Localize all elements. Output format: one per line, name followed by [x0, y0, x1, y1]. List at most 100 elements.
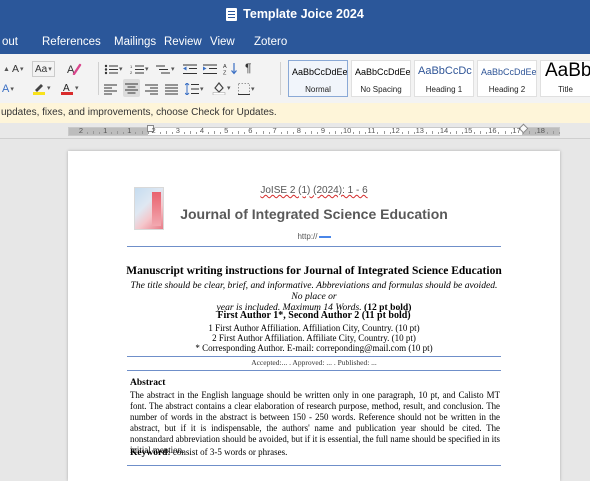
journal-title: Journal of Integrated Science Education: [180, 206, 448, 222]
multilevel-list-icon[interactable]: ▾: [156, 61, 175, 77]
ruler-tick: [111, 132, 113, 134]
decrease-indent-icon[interactable]: [183, 61, 197, 77]
numbering-icon[interactable]: 12 ▾: [130, 61, 149, 77]
text-effects-button[interactable]: A ▾: [2, 81, 14, 97]
ruler-tick: [383, 131, 385, 134]
tab-review[interactable]: Review: [164, 36, 202, 48]
ruler-tick: [171, 132, 173, 134]
url-link-placeholder[interactable]: [318, 235, 331, 238]
ruler-tick: [183, 132, 185, 134]
justify-icon[interactable]: [165, 81, 178, 97]
style-heading-2[interactable]: AaBbCcDdEe Heading 2: [477, 60, 537, 97]
tab-zotero[interactable]: Zotero: [254, 36, 287, 48]
style-heading-1[interactable]: AaBbCcDc Heading 1: [414, 60, 474, 97]
ruler-tick: [99, 132, 101, 134]
affiliation-1: 1 First Author Affiliation. Affiliation …: [208, 323, 420, 333]
ruler-tick: [359, 131, 361, 134]
ruler-tick: [546, 132, 548, 134]
ruler-number: 9: [320, 126, 326, 135]
style-normal[interactable]: AaBbCcDdEe Normal: [288, 60, 348, 97]
ruler-tick: [534, 132, 536, 134]
ruler-tick: [220, 132, 222, 134]
tab-references[interactable]: References: [42, 36, 101, 48]
ruler-tick: [280, 132, 282, 134]
window-title-bar: Template Joice 2024: [0, 0, 590, 28]
ruler-tick: [389, 132, 391, 134]
ruler-number: 16: [488, 126, 497, 135]
ruler-tick: [552, 131, 554, 134]
align-left-icon[interactable]: [104, 81, 117, 97]
ruler-number: 7: [272, 126, 277, 135]
ruler-tick: [238, 131, 240, 134]
ruler-tick: [510, 132, 512, 134]
clear-formatting-icon[interactable]: A: [66, 60, 82, 76]
tab-layout[interactable]: out: [2, 36, 18, 48]
journal-citation: JoISE 2 (1) (2024): 1 - 6: [260, 185, 368, 196]
ruler-number: 14: [439, 126, 449, 135]
horizontal-ruler[interactable]: 2 1 1 2 3 4 5 6 7 8 9 10 11 12 13 14 15 16 17 18: [68, 123, 560, 136]
ruler-tick: [474, 132, 476, 134]
ruler-number: 18: [536, 126, 545, 135]
bullets-icon[interactable]: ▾: [104, 61, 123, 77]
ruler-number: 11: [367, 126, 376, 135]
ruler-tick: [195, 132, 197, 134]
ruler-tick: [214, 131, 216, 134]
font-color-icon[interactable]: A ▾: [60, 80, 79, 96]
align-right-icon[interactable]: [145, 81, 158, 97]
ruler-tick: [189, 131, 191, 134]
increase-indent-icon[interactable]: [203, 61, 217, 77]
sort-icon[interactable]: AZ: [223, 60, 239, 76]
submission-dates: Accepted:... . Approved: ... . Published…: [127, 356, 501, 371]
align-center-icon[interactable]: [123, 79, 140, 97]
ruler-tick: [159, 132, 161, 134]
document-page[interactable]: JoISE 2 (1) (2024): 1 - 6 Journal of Int…: [68, 151, 560, 481]
ruler-tick: [316, 132, 318, 134]
ruler-tick: [431, 131, 433, 134]
journal-url: http://: [68, 232, 560, 241]
ruler-number: 3: [175, 126, 180, 135]
window-title: Template Joice 2024: [243, 7, 364, 21]
ruler-tick: [135, 132, 137, 134]
ribbon-tabs: out References Mailings Review View Zote…: [0, 28, 590, 54]
line-spacing-icon[interactable]: ▾: [185, 81, 204, 97]
ruler-tick: [286, 131, 288, 134]
keywords-line: Keyword: consist of 3-5 words or phrases…: [130, 447, 288, 458]
ruler-tick: [486, 132, 488, 134]
ruler-number: 4: [199, 126, 205, 135]
ruler-number: 12: [391, 126, 400, 135]
ruler-tick: [123, 132, 125, 134]
ruler-tick: [456, 131, 458, 134]
ruler-number: 2: [78, 126, 84, 135]
style-no-spacing[interactable]: AaBbCcDdEe No Spacing: [351, 60, 411, 97]
ruler-tick: [208, 132, 210, 134]
shading-icon[interactable]: ▾: [212, 80, 231, 96]
ruler-number: 8: [296, 126, 301, 135]
tab-mailings[interactable]: Mailings: [114, 36, 156, 48]
ruler-number: 15: [464, 126, 473, 135]
svg-text:Z: Z: [223, 70, 227, 75]
ruler-tick: [256, 132, 258, 134]
ruler-tick: [329, 132, 331, 134]
home-ribbon: ▲ A ▾ Aa ▾ A A ▾ ▾ A ▾ ▾ 12 ▾ ▾ AZ ¶ ▾ ▾…: [0, 54, 590, 104]
update-notification-bar: updates, fixes, and improvements, choose…: [0, 103, 590, 124]
tab-view[interactable]: View: [210, 36, 235, 48]
ruler-tick: [498, 132, 500, 134]
update-notification-text: updates, fixes, and improvements, choose…: [1, 107, 277, 118]
ruler-number: 13: [415, 126, 424, 135]
ruler-tick: [353, 132, 355, 134]
svg-text:2: 2: [130, 70, 133, 75]
svg-text:1: 1: [130, 64, 133, 69]
ruler-tick: [93, 131, 95, 134]
borders-icon[interactable]: ▾: [238, 81, 255, 97]
change-case-button[interactable]: Aa ▾: [32, 61, 55, 77]
ruler-number: 1: [127, 126, 132, 135]
shrink-font-button[interactable]: ▲ A ▾: [2, 61, 23, 77]
ruler-tick: [304, 132, 306, 134]
show-formatting-marks-icon[interactable]: ¶: [245, 60, 251, 76]
style-title[interactable]: AaBb( Title: [540, 60, 590, 97]
svg-text:A: A: [223, 64, 227, 70]
ruler-number: 10: [343, 126, 352, 135]
highlight-color-icon[interactable]: ▾: [32, 80, 51, 96]
ruler-tick: [401, 132, 403, 134]
ruler-tick: [232, 132, 234, 134]
